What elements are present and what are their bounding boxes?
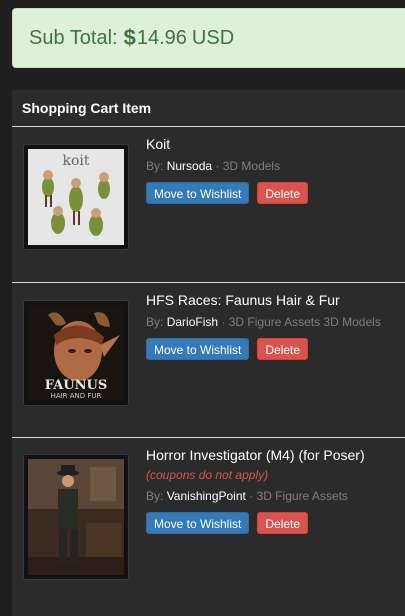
item-actions: Move to Wishlist Delete xyxy=(146,338,399,360)
item-info: Koit By: Nursoda · 3D Models Move to Wis… xyxy=(146,135,399,204)
faunus-thumbnail-image: FAUNUS HAIR AND FUR xyxy=(28,305,124,401)
delete-button[interactable]: Delete xyxy=(257,182,309,204)
category-link[interactable]: 3D Models xyxy=(223,159,280,173)
item-meta: By: DarioFish · 3D Figure Assets 3D Mode… xyxy=(146,314,399,330)
item-info: Horror Investigator (M4) (for Poser) (co… xyxy=(146,446,399,534)
product-thumbnail[interactable] xyxy=(23,454,129,580)
item-meta: By: Nursoda · 3D Models xyxy=(146,158,399,174)
by-label: By: xyxy=(146,489,164,503)
cart-item: koit Koit By: Nursoda · 3D Models Move t… xyxy=(12,127,405,283)
delete-button[interactable]: Delete xyxy=(257,338,309,360)
shopping-cart-panel: Shopping Cart Item koit Koit By: Nursoda… xyxy=(12,90,405,616)
item-actions: Move to Wishlist Delete xyxy=(146,512,399,534)
author-link[interactable]: Nursoda xyxy=(167,159,212,173)
subtotal-alert: Sub Total: $ 14.96 USD xyxy=(12,8,405,68)
move-to-wishlist-button[interactable]: Move to Wishlist xyxy=(146,338,250,360)
item-meta: By: VanishingPoint · 3D Figure Assets xyxy=(146,488,399,504)
product-thumbnail[interactable]: FAUNUS HAIR AND FUR xyxy=(23,300,129,406)
meta-separator: · xyxy=(221,315,226,329)
product-thumbnail[interactable]: koit xyxy=(23,144,129,250)
item-info: HFS Races: Faunus Hair & Fur By: DarioFi… xyxy=(146,291,399,360)
currency-symbol: $ xyxy=(123,25,136,50)
meta-separator: · xyxy=(215,159,220,173)
delete-button[interactable]: Delete xyxy=(257,512,309,534)
meta-separator: · xyxy=(249,489,254,503)
thumb-subcaption: HAIR AND FUR xyxy=(51,392,102,400)
thumb-caption: koit xyxy=(62,153,89,169)
koit-thumbnail-image: koit xyxy=(28,149,124,245)
subtotal-amount: 14.96 xyxy=(136,26,187,49)
product-title-link[interactable]: Koit xyxy=(146,135,399,153)
cart-item: Horror Investigator (M4) (for Poser) (co… xyxy=(12,438,405,616)
move-to-wishlist-button[interactable]: Move to Wishlist xyxy=(146,512,250,534)
item-actions: Move to Wishlist Delete xyxy=(146,182,399,204)
panel-heading: Shopping Cart Item xyxy=(12,90,405,127)
thumb-caption: FAUNUS xyxy=(45,378,108,393)
product-title-link[interactable]: Horror Investigator (M4) (for Poser) xyxy=(146,446,399,464)
author-link[interactable]: VanishingPoint xyxy=(167,489,246,503)
by-label: By: xyxy=(146,315,164,329)
investigator-thumbnail-image xyxy=(28,459,124,575)
category-link[interactable]: 3D Figure Assets xyxy=(257,489,348,503)
cart-item: FAUNUS HAIR AND FUR HFS Races: Faunus Ha… xyxy=(12,283,405,438)
by-label: By: xyxy=(146,159,164,173)
coupon-note: (coupons do not apply) xyxy=(146,468,269,482)
subtotal-label: Sub Total: xyxy=(29,26,118,49)
author-link[interactable]: DarioFish xyxy=(167,315,218,329)
category-link[interactable]: 3D Figure Assets 3D Models xyxy=(229,315,381,329)
product-title-link[interactable]: HFS Races: Faunus Hair & Fur xyxy=(146,291,399,309)
subtotal-currency: USD xyxy=(191,26,235,49)
move-to-wishlist-button[interactable]: Move to Wishlist xyxy=(146,182,250,204)
